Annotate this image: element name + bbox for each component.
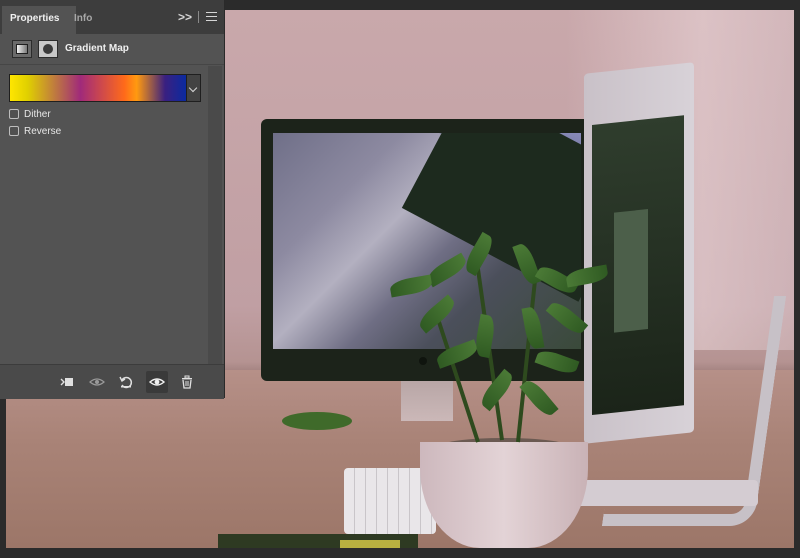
- panel-footer-toolbar: [0, 364, 224, 399]
- gradient-preview-bar[interactable]: [9, 74, 187, 102]
- reverse-checkbox[interactable]: [9, 126, 19, 136]
- dither-label: Dither: [24, 109, 51, 120]
- adjustment-title: Gradient Map: [65, 43, 129, 54]
- book-label: [340, 540, 400, 548]
- reverse-label: Reverse: [24, 126, 62, 137]
- view-previous-state-icon[interactable]: [86, 371, 108, 393]
- properties-panel: Properties Info >> Gradient Map Dither R…: [0, 0, 225, 399]
- panel-divider: [0, 64, 224, 65]
- clip-to-layer-icon[interactable]: [56, 371, 78, 393]
- layer-mask-icon[interactable]: [38, 40, 58, 58]
- tab-divider: [198, 11, 199, 23]
- plant-pot: [420, 442, 588, 548]
- trash-icon[interactable]: [176, 371, 198, 393]
- monitor-stand: [401, 381, 453, 421]
- collapse-panel-button[interactable]: >>: [178, 10, 192, 24]
- panel-scrollbar[interactable]: [208, 66, 222, 364]
- imac-foot: [576, 480, 758, 506]
- panel-tabbar: Properties Info >>: [0, 0, 224, 34]
- small-plant: [282, 412, 352, 430]
- visibility-eye-icon[interactable]: [146, 371, 168, 393]
- gradient-map-adjustment-icon[interactable]: [12, 40, 32, 58]
- tab-properties[interactable]: Properties: [2, 6, 76, 34]
- panel-menu-icon[interactable]: [206, 12, 217, 21]
- tab-info[interactable]: Info: [66, 6, 100, 34]
- dither-checkbox[interactable]: [9, 109, 19, 119]
- reset-icon[interactable]: [115, 371, 137, 393]
- monitor-logo: [419, 357, 427, 365]
- gradient-dropdown-chevron-icon[interactable]: [187, 74, 201, 102]
